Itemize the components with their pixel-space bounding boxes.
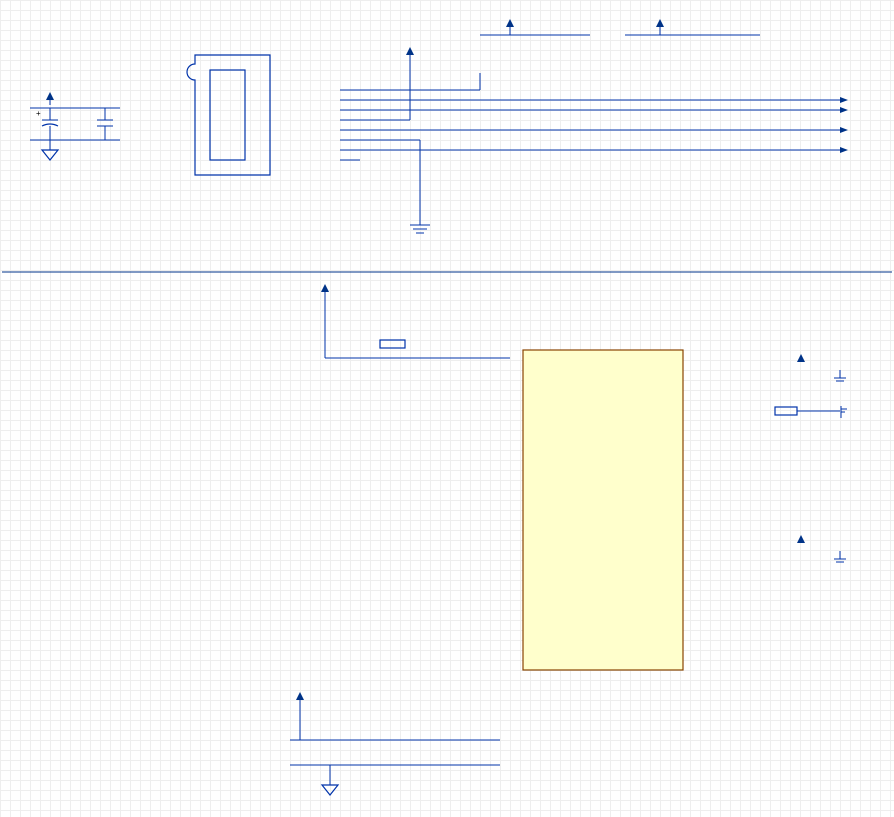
sd-inner	[210, 70, 245, 160]
svg-text:+: +	[36, 109, 41, 118]
sd-card-module: +	[30, 19, 848, 233]
power-arrow-icon	[406, 47, 414, 55]
sd-outline	[187, 55, 270, 175]
bottom-caps	[290, 692, 500, 795]
mcu-module	[290, 284, 847, 795]
sd-signals	[340, 97, 848, 153]
mcu-ic	[523, 350, 683, 670]
schematic-canvas: +	[0, 0, 894, 817]
right-power	[775, 354, 847, 562]
decoupling-caps: +	[30, 92, 120, 160]
